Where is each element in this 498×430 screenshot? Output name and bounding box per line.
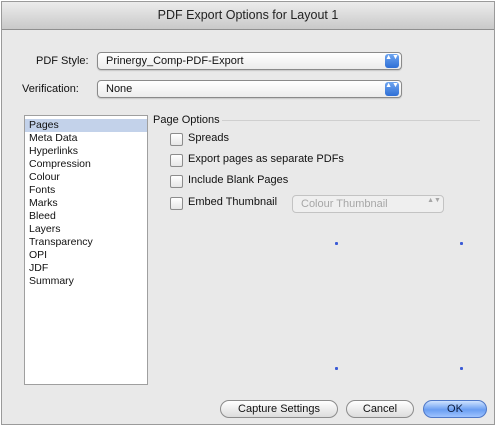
marker-dot (335, 367, 338, 370)
pdf-style-popup[interactable]: Prinergy_Comp-PDF-Export ▲▼ (97, 52, 402, 70)
spreads-checkbox[interactable] (170, 133, 183, 146)
group-divider (222, 120, 480, 121)
sidebar-item-compression[interactable]: Compression (25, 158, 147, 171)
page-options-title: Page Options (153, 114, 220, 126)
pdf-style-label: PDF Style: (36, 55, 89, 67)
embed-thumbnail-checkbox[interactable] (170, 197, 183, 210)
verification-label: Verification: (22, 83, 79, 95)
separate-pdfs-checkbox[interactable] (170, 154, 183, 167)
sidebar-item-summary[interactable]: Summary (25, 275, 147, 288)
marker-dot (460, 242, 463, 245)
dialog-title: PDF Export Options for Layout 1 (2, 2, 494, 30)
separate-pdfs-label: Export pages as separate PDFs (188, 153, 344, 165)
sidebar-item-hyperlinks[interactable]: Hyperlinks (25, 145, 147, 158)
sidebar-item-colour[interactable]: Colour (25, 171, 147, 184)
sidebar-item-bleed[interactable]: Bleed (25, 210, 147, 223)
spreads-label: Spreads (188, 132, 229, 144)
sidebar-item-meta-data[interactable]: Meta Data (25, 132, 147, 145)
capture-settings-button[interactable]: Capture Settings (220, 400, 338, 418)
sidebar-item-pages[interactable]: Pages (25, 119, 147, 132)
blank-pages-label: Include Blank Pages (188, 174, 289, 186)
verification-popup[interactable]: None ▲▼ (97, 80, 402, 98)
ok-button[interactable]: OK (423, 400, 487, 418)
verification-value: None (106, 83, 133, 95)
marker-dot (335, 242, 338, 245)
popup-arrows-icon: ▲▼ (385, 82, 399, 96)
sidebar-item-jdf[interactable]: JDF (25, 262, 147, 275)
sidebar-item-transparency[interactable]: Transparency (25, 236, 147, 249)
cancel-button[interactable]: Cancel (346, 400, 414, 418)
popup-arrows-icon: ▲▼ (427, 197, 441, 204)
sidebar-item-fonts[interactable]: Fonts (25, 184, 147, 197)
pdf-style-value: Prinergy_Comp-PDF-Export (106, 55, 244, 67)
thumbnail-type-value: Colour Thumbnail (301, 198, 388, 210)
pdf-export-options-dialog: PDF Export Options for Layout 1 PDF Styl… (1, 1, 495, 425)
thumbnail-type-popup[interactable]: Colour Thumbnail ▲▼ (292, 195, 444, 213)
blank-pages-checkbox[interactable] (170, 175, 183, 188)
popup-arrows-icon: ▲▼ (385, 54, 399, 68)
embed-thumbnail-label: Embed Thumbnail (188, 196, 278, 208)
sidebar-item-opi[interactable]: OPI (25, 249, 147, 262)
marker-dot (460, 367, 463, 370)
category-list[interactable]: Pages Meta Data Hyperlinks Compression C… (24, 115, 148, 385)
sidebar-item-layers[interactable]: Layers (25, 223, 147, 236)
sidebar-item-marks[interactable]: Marks (25, 197, 147, 210)
